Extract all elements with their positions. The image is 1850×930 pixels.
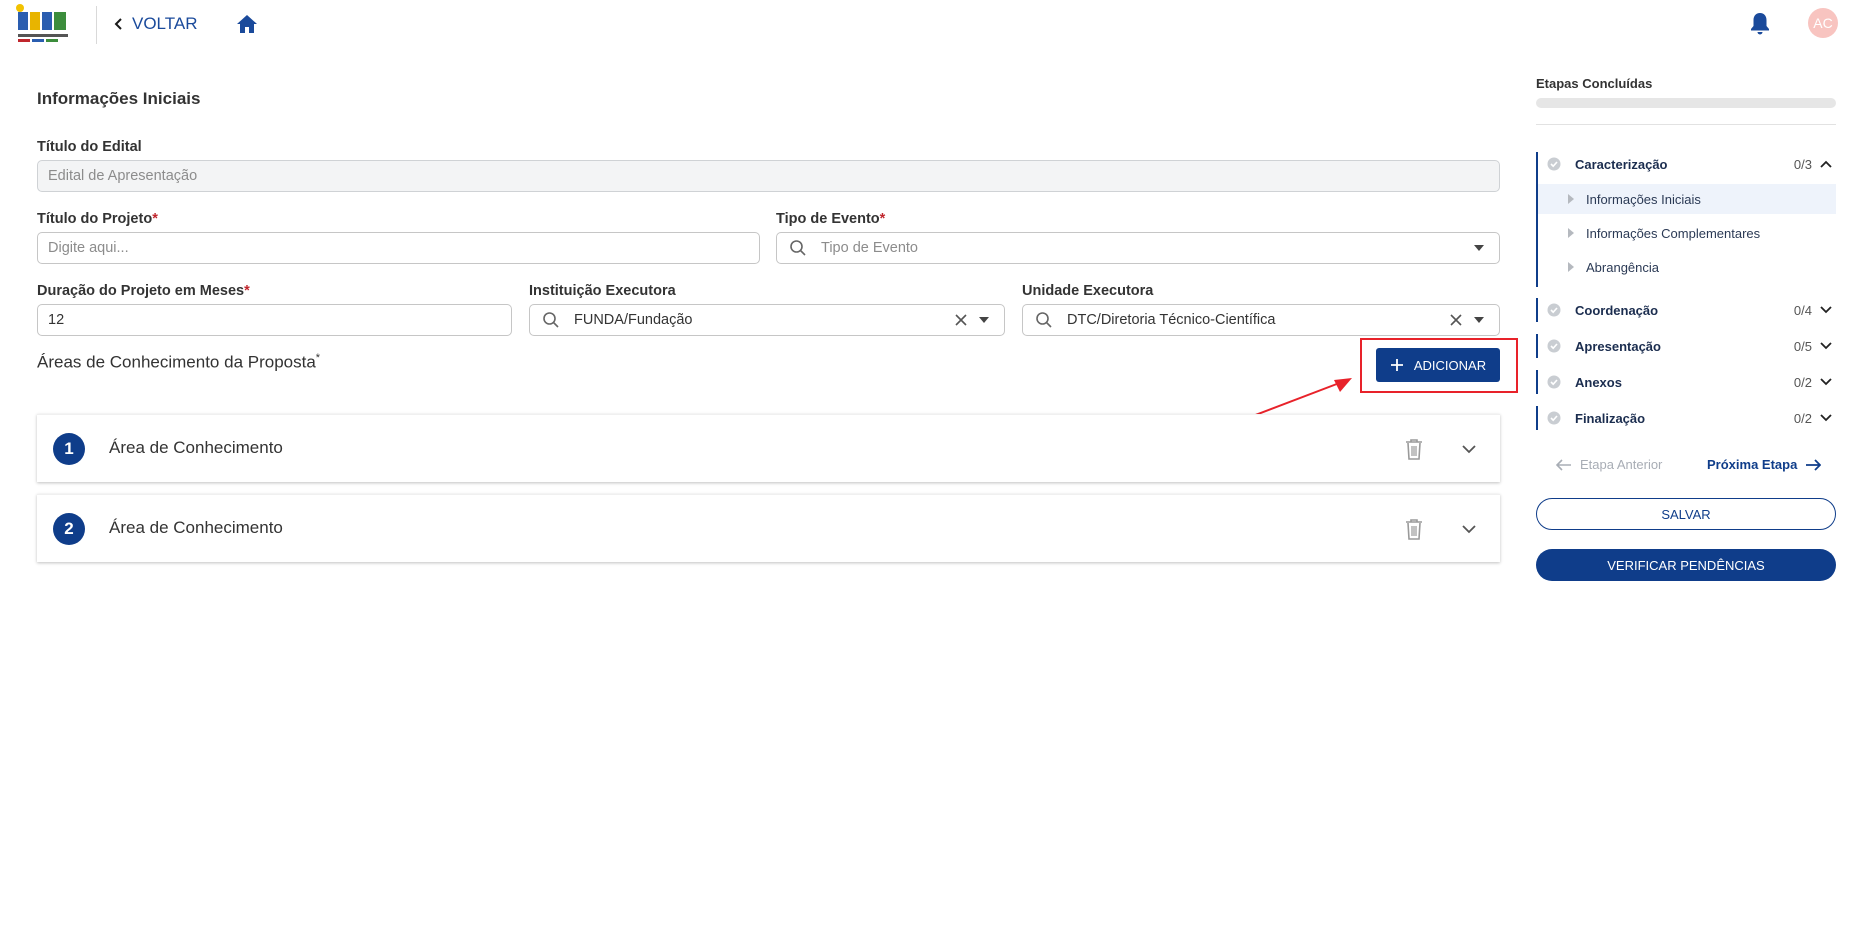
check-circle-icon: [1547, 303, 1561, 317]
step-apresentacao[interactable]: Apresentação 0/5: [1538, 333, 1836, 359]
check-circle-icon: [1547, 375, 1561, 389]
search-icon: [1036, 312, 1052, 328]
step-caracterizacao[interactable]: Caracterização 0/3: [1538, 151, 1836, 177]
check-circle-icon: [1547, 157, 1561, 171]
unidade-select[interactable]: DTC/Diretoria Técnico-Científica: [1022, 304, 1500, 336]
step-count: 0/5: [1793, 338, 1812, 354]
step-coordenacao[interactable]: Coordenação 0/4: [1538, 297, 1836, 323]
caret-down-icon[interactable]: [978, 316, 990, 324]
step-name: Coordenação: [1575, 302, 1659, 318]
user-avatar[interactable]: AC: [1808, 8, 1838, 38]
chevron-down-icon[interactable]: [1820, 414, 1832, 422]
instituicao-label: Instituição Executora: [529, 283, 676, 299]
next-step-label: Próxima Etapa: [1707, 457, 1798, 472]
step-name: Apresentação: [1575, 338, 1661, 354]
check-circle-icon: [1547, 339, 1561, 353]
chevron-up-icon[interactable]: [1820, 160, 1832, 168]
duracao-value: 12: [48, 312, 65, 328]
trash-icon[interactable]: [1403, 517, 1425, 541]
section-title: Informações Iniciais: [37, 89, 201, 108]
search-icon: [790, 240, 806, 256]
step-count: 0/3: [1793, 156, 1812, 172]
area-number-badge: 1: [53, 433, 85, 465]
area-card[interactable]: 2 Área de Conhecimento: [37, 494, 1500, 562]
step-name: Anexos: [1575, 374, 1622, 390]
tipo-evento-label: Tipo de Evento*: [776, 211, 886, 227]
titulo-edital-value: Edital de Apresentação: [48, 168, 198, 184]
previous-step-button[interactable]: Etapa Anterior: [1556, 457, 1662, 472]
step-name: Finalização: [1575, 410, 1646, 426]
duracao-label: Duração do Projeto em Meses*: [37, 283, 250, 299]
triangle-right-icon: [1568, 262, 1574, 272]
clear-icon[interactable]: [954, 313, 968, 327]
titulo-projeto-placeholder: Digite aqui...: [48, 240, 129, 256]
triangle-right-icon: [1568, 228, 1574, 238]
caret-down-icon[interactable]: [1473, 316, 1485, 324]
check-circle-icon: [1547, 411, 1561, 425]
steps-progress-bar: [1536, 98, 1836, 108]
step-name: Caracterização: [1575, 156, 1668, 172]
instituicao-value: FUNDA/Fundação: [574, 312, 693, 328]
areas-title: Áreas de Conhecimento da Proposta*: [37, 352, 321, 372]
area-card[interactable]: 1 Área de Conhecimento: [37, 414, 1500, 482]
substep-name: Abrangência: [1586, 259, 1659, 275]
top-divider: [96, 6, 97, 44]
substep-name: Informações Iniciais: [1586, 191, 1701, 207]
instituicao-select[interactable]: FUNDA/Fundação: [529, 304, 1005, 336]
arrow-left-icon: [1556, 458, 1571, 471]
step-count: 0/4: [1793, 302, 1812, 318]
back-label: VOLTAR: [132, 14, 198, 33]
arrow-right-icon: [1806, 458, 1822, 471]
highlight-box: [1360, 338, 1518, 393]
next-step-button[interactable]: Próxima Etapa: [1707, 457, 1822, 472]
chevron-down-icon[interactable]: [1820, 378, 1832, 386]
home-icon[interactable]: [235, 12, 259, 36]
substep-informacoes-complementares[interactable]: Informações Complementares: [1538, 218, 1836, 248]
chevron-left-icon: [114, 18, 122, 30]
unidade-value: DTC/Diretoria Técnico-Científica: [1067, 312, 1276, 328]
bell-icon[interactable]: [1748, 11, 1772, 37]
caret-down-icon[interactable]: [1473, 244, 1485, 252]
chevron-down-icon[interactable]: [1820, 306, 1832, 314]
step-count: 0/2: [1793, 374, 1812, 390]
duracao-input[interactable]: 12: [37, 304, 512, 336]
app-logo: [16, 4, 70, 42]
chevron-down-icon[interactable]: [1461, 443, 1477, 455]
step-finalizacao[interactable]: Finalização 0/2: [1538, 405, 1836, 431]
substep-abrangencia[interactable]: Abrangência: [1538, 252, 1836, 282]
panel-divider: [1536, 124, 1836, 125]
back-button[interactable]: VOLTAR: [114, 12, 198, 36]
save-button[interactable]: SALVAR: [1536, 498, 1836, 530]
step-anexos[interactable]: Anexos 0/2: [1538, 369, 1836, 395]
unidade-label: Unidade Executora: [1022, 283, 1154, 299]
area-number-badge: 2: [53, 513, 85, 545]
triangle-right-icon: [1568, 194, 1574, 204]
chevron-down-icon[interactable]: [1461, 523, 1477, 535]
titulo-projeto-input[interactable]: Digite aqui...: [37, 232, 760, 264]
substep-name: Informações Complementares: [1586, 225, 1761, 241]
verify-pending-button[interactable]: VERIFICAR PENDÊNCIAS: [1536, 549, 1836, 581]
tipo-evento-select[interactable]: Tipo de Evento: [776, 232, 1500, 264]
titulo-edital-label: Título do Edital: [37, 139, 142, 155]
titulo-projeto-label: Título do Projeto*: [37, 211, 158, 227]
search-icon: [543, 312, 559, 328]
trash-icon[interactable]: [1403, 437, 1425, 461]
substep-informacoes-iniciais[interactable]: Informações Iniciais: [1538, 184, 1836, 214]
top-bar: VOLTAR AC: [0, 0, 1850, 50]
steps-title: Etapas Concluídas: [1536, 76, 1653, 91]
area-label: Área de Conhecimento: [109, 518, 283, 537]
chevron-down-icon[interactable]: [1820, 342, 1832, 350]
step-count: 0/2: [1793, 410, 1812, 426]
titulo-edital-field: Edital de Apresentação: [37, 160, 1500, 192]
area-label: Área de Conhecimento: [109, 438, 283, 457]
clear-icon[interactable]: [1449, 313, 1463, 327]
previous-step-label: Etapa Anterior: [1580, 457, 1663, 472]
tipo-evento-placeholder: Tipo de Evento: [821, 240, 918, 256]
